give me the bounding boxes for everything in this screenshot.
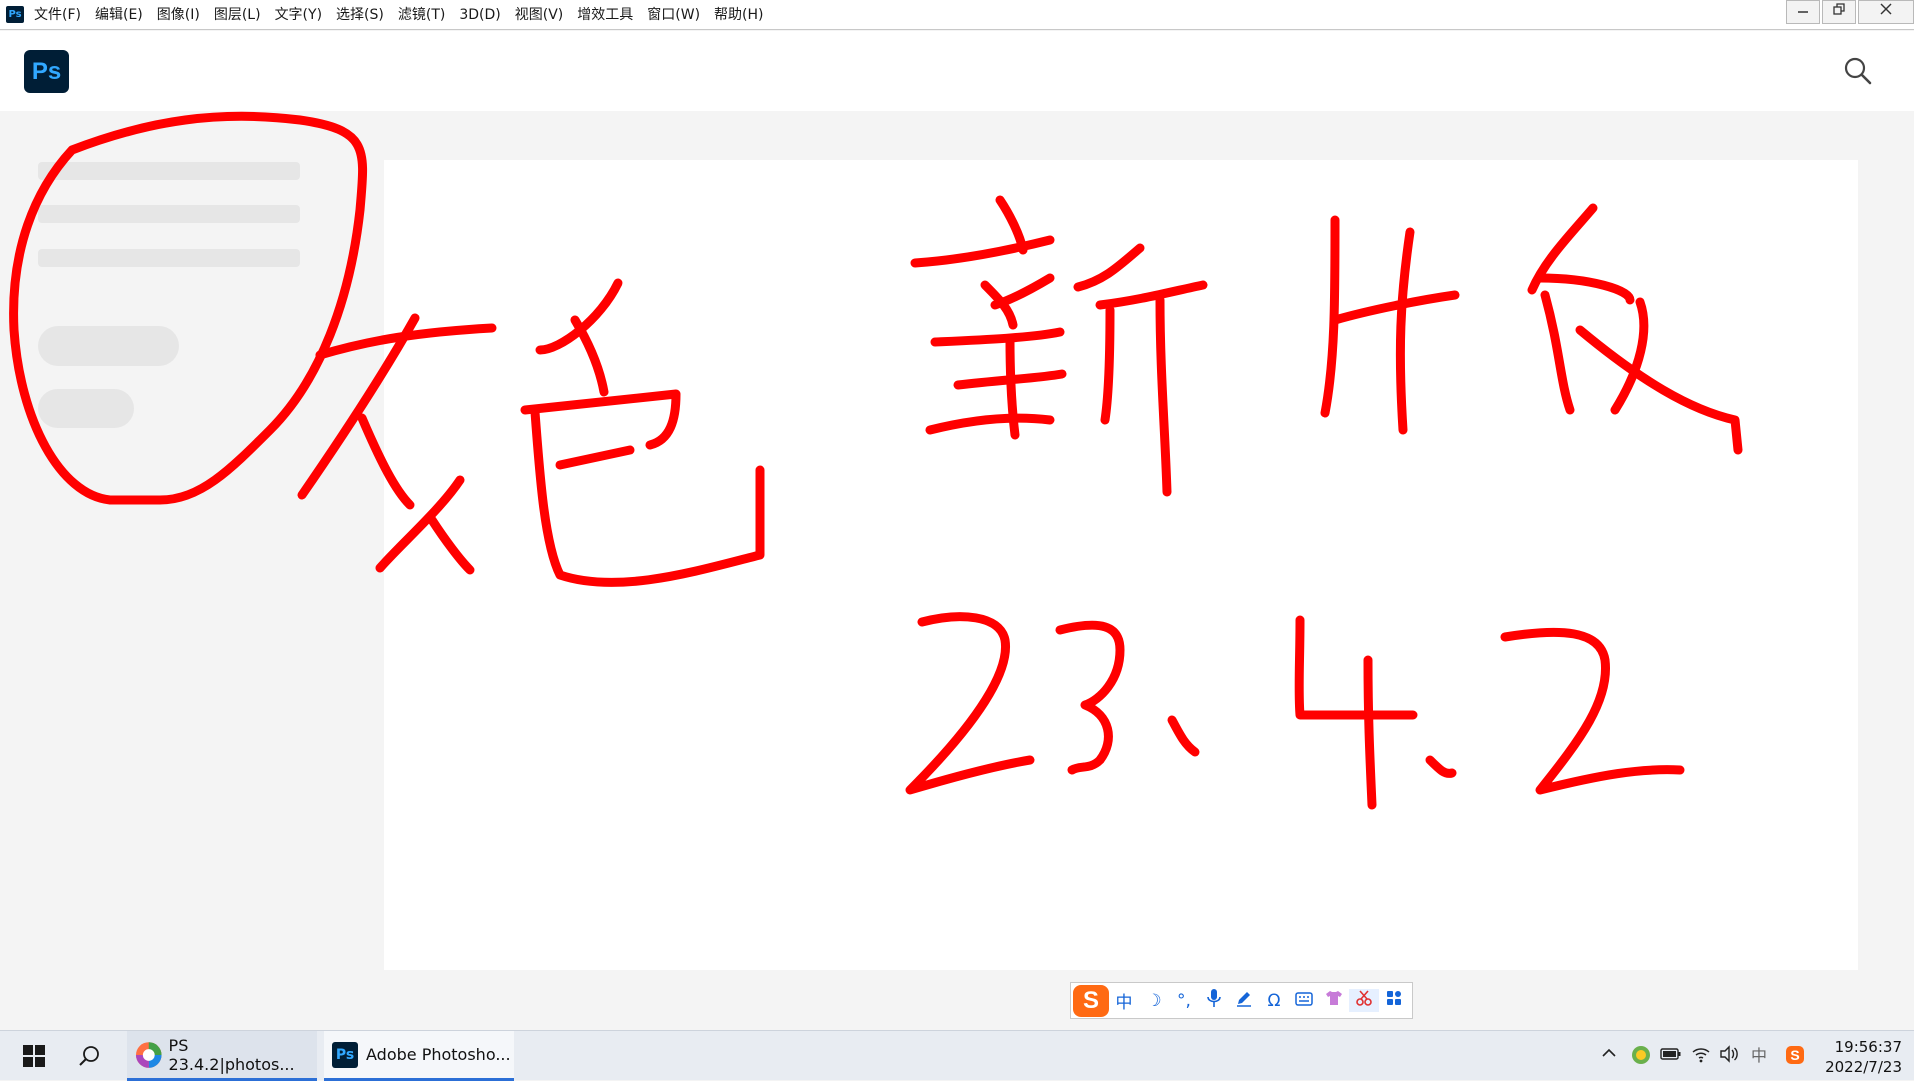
taskbar-app-photoshop[interactable]: Ps Adobe Photosho... bbox=[324, 1031, 514, 1081]
ime-chinese-mode[interactable]: 中 bbox=[1109, 988, 1139, 1013]
annotation-circle bbox=[9, 111, 368, 505]
search-icon bbox=[79, 1046, 99, 1066]
keyboard-icon[interactable] bbox=[1289, 991, 1319, 1011]
pen-icon[interactable] bbox=[1229, 989, 1259, 1012]
system-clock[interactable]: 19:56:37 2022/7/23 bbox=[1825, 1037, 1902, 1077]
windows-icon bbox=[23, 1045, 45, 1067]
apps-icon[interactable] bbox=[1379, 990, 1409, 1011]
browser-icon bbox=[135, 1041, 162, 1068]
ime-tray-indicator[interactable]: 中 bbox=[1748, 1045, 1770, 1067]
clock-time: 19:56:37 bbox=[1834, 1038, 1902, 1056]
volume-icon[interactable] bbox=[1718, 1045, 1740, 1067]
svg-text:S: S bbox=[1790, 1047, 1799, 1063]
chevron-up-icon[interactable] bbox=[1598, 1045, 1620, 1067]
shirt-icon[interactable] bbox=[1319, 989, 1349, 1012]
tray-app-icon[interactable] bbox=[1630, 1045, 1652, 1067]
clock-date: 2022/7/23 bbox=[1825, 1058, 1902, 1076]
sogou-logo[interactable]: S bbox=[1073, 984, 1109, 1017]
taskbar-app-photoshop-label: Adobe Photosho... bbox=[366, 1045, 511, 1064]
taskbar-search-button[interactable] bbox=[66, 1031, 114, 1081]
mic-icon[interactable] bbox=[1199, 988, 1229, 1013]
wifi-icon[interactable] bbox=[1690, 1045, 1712, 1067]
taskbar-app-browser[interactable]: PS 23.4.2|photos... bbox=[127, 1031, 317, 1081]
ime-punctuation[interactable]: °, bbox=[1169, 991, 1199, 1011]
taskbar: PS 23.4.2|photos... Ps Adobe Photosho...… bbox=[0, 1030, 1914, 1081]
start-button[interactable] bbox=[10, 1031, 58, 1081]
red-annotation-overlay bbox=[9, 111, 1743, 810]
annotation-text-新版 bbox=[910, 195, 1743, 497]
omega-icon[interactable]: Ω bbox=[1259, 991, 1289, 1011]
annotation-text-灰色 bbox=[297, 278, 765, 587]
taskbar-app-browser-label: PS 23.4.2|photos... bbox=[168, 1035, 295, 1074]
annotation-text-23.4.2 bbox=[905, 612, 1685, 810]
battery-icon[interactable] bbox=[1660, 1045, 1682, 1067]
ime-moon-icon[interactable]: ☽ bbox=[1139, 991, 1169, 1011]
ime-toolbar: S 中 ☽ °, Ω bbox=[1070, 982, 1413, 1019]
sogou-tray-icon[interactable]: S bbox=[1784, 1045, 1806, 1067]
photoshop-icon: Ps bbox=[332, 1041, 358, 1068]
scissors-icon[interactable] bbox=[1349, 989, 1379, 1012]
